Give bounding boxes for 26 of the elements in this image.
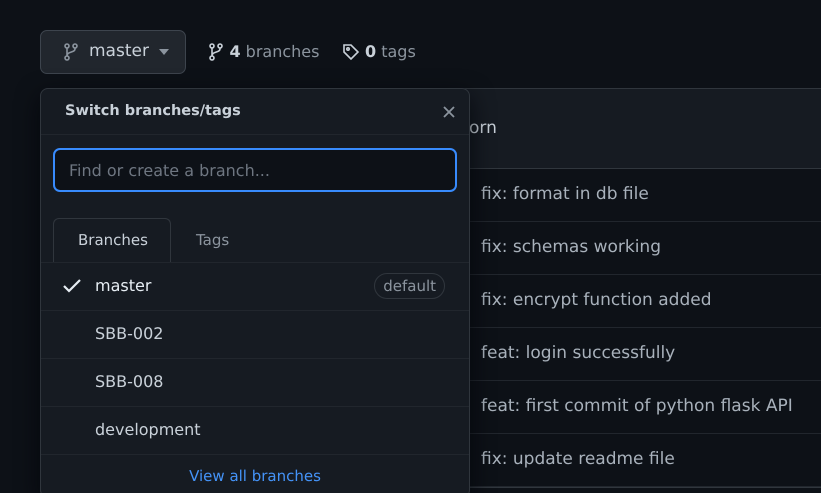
commit-message-link[interactable]: fix: format in db file xyxy=(481,182,649,208)
branch-button[interactable]: master xyxy=(40,30,186,74)
check-icon xyxy=(63,279,81,293)
caret-icon xyxy=(158,49,169,55)
commit-message-link[interactable]: fix: encrypt function added xyxy=(481,288,712,314)
commit-message-link[interactable]: fix: schemas working xyxy=(481,235,662,261)
commit-message-link[interactable]: feat: first commit of python flask API xyxy=(481,394,793,420)
branch-item[interactable]: SBB-008 xyxy=(41,358,469,406)
branch-item[interactable]: development xyxy=(41,406,469,454)
branch-item[interactable]: SBB-002 xyxy=(41,310,469,358)
branch-icon xyxy=(63,43,79,61)
branch-icon xyxy=(208,43,224,61)
commit-message-link[interactable]: fix: update readme file xyxy=(481,447,675,473)
tag-icon xyxy=(342,43,360,61)
dropdown-title: Switch branches/tags xyxy=(65,102,241,121)
close-icon[interactable] xyxy=(443,106,455,118)
commit-message-link[interactable]: feat: login successfully xyxy=(481,341,676,367)
tab[interactable]: Branches xyxy=(53,218,171,262)
tab[interactable]: Tags xyxy=(170,218,252,262)
default-label: default xyxy=(374,272,445,300)
view-all-branches-link[interactable]: View all branches xyxy=(41,464,469,487)
header-text: orn xyxy=(469,116,497,140)
search-field[interactable]: Find or create a branch... xyxy=(53,148,457,192)
branches-link[interactable]: 4 branches xyxy=(208,40,320,64)
tags-link[interactable]: 0 tags xyxy=(342,40,416,64)
branch-item[interactable]: master default xyxy=(41,262,469,310)
